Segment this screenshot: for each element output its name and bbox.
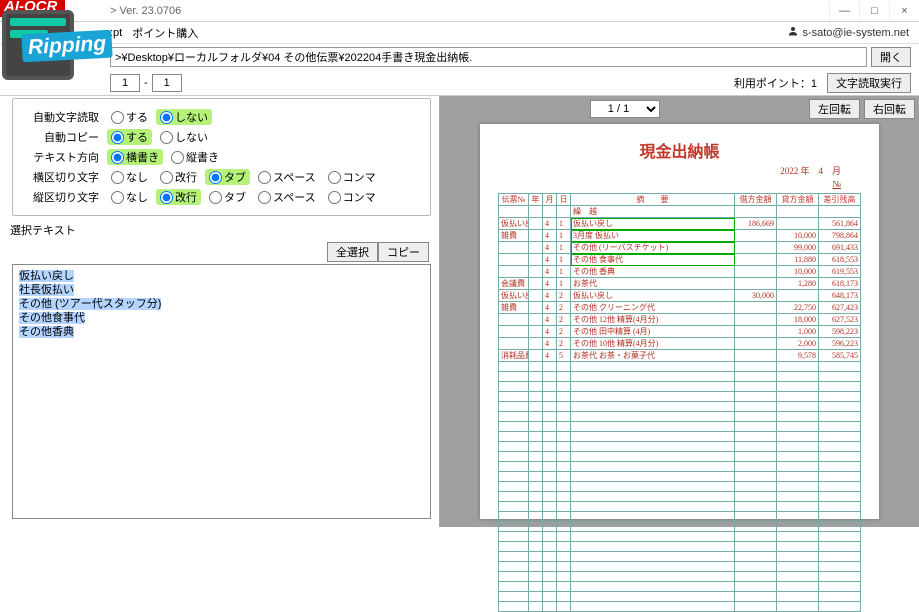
preview-panel: 1 / 1 左回転 右回転 現金出納帳 2022 年 4 月 № 伝票№年月日摘… [440,96,919,527]
v-delim-tab[interactable]: タブ [205,189,250,205]
auto-read-label: 自動文字読取 [25,109,103,125]
h-delim-lf[interactable]: 改行 [156,169,201,185]
rotate-right-button[interactable]: 右回転 [864,99,915,119]
page-from-input[interactable] [110,74,140,92]
ledger-table: 伝票№年月日摘 要借方金額貸方金額差引残高 繰 越仮払い戻し41仮払い戻し186… [498,193,861,612]
rotate-left-button[interactable]: 左回転 [809,99,860,119]
v-delim-comma[interactable]: コンマ [324,189,380,205]
h-delim-label: 横区切り文字 [25,169,103,185]
filepath-input[interactable] [110,47,867,67]
open-button[interactable]: 開く [871,47,911,67]
v-delim-none[interactable]: なし [107,189,152,205]
run-ocr-button[interactable]: 文字読取実行 [827,73,911,93]
document-preview[interactable]: 現金出納帳 2022 年 4 月 № 伝票№年月日摘 要借方金額貸方金額差引残高… [480,124,879,519]
h-delim-space[interactable]: スペース [254,169,320,185]
points-label: 利用ポイント：1 [734,75,817,91]
toolbar: :pt ポイント購入 s-sato@ie-system.net [0,22,919,44]
auto-read-do[interactable]: する [107,109,152,125]
left-panel: 自動文字読取 する しない 自動コピー する しない テキスト方向 横書き 縦書… [0,96,440,527]
doc-title: 現金出納帳 [498,138,861,162]
version-label: > Ver. 23.0706 [110,5,181,17]
close-button[interactable]: × [889,1,919,21]
v-delim-space[interactable]: スペース [254,189,320,205]
h-delim-none[interactable]: なし [107,169,152,185]
copy-button[interactable]: コピー [378,242,429,262]
doc-date: 2022 年 4 月 [498,164,861,177]
text-dir-label: テキスト方向 [25,149,103,165]
v-delim-lf[interactable]: 改行 [156,189,201,205]
point-purchase-link[interactable]: ポイント購入 [132,25,198,41]
page-range-row: - 利用ポイント：1 文字読取実行 [0,70,919,96]
doc-no: № [498,179,861,189]
h-delim-comma[interactable]: コンマ [324,169,380,185]
auto-copy-dont[interactable]: しない [156,129,212,145]
filepath-row: 開く [0,44,919,70]
pt-label: :pt [110,27,122,39]
text-dir-horizontal[interactable]: 横書き [107,149,163,165]
selected-text-label: 選択テキスト [10,222,429,238]
page-selector[interactable]: 1 / 1 [590,100,660,118]
h-delim-tab[interactable]: タブ [205,169,250,185]
minimize-button[interactable]: — [829,1,859,21]
extracted-text-area[interactable]: 仮払い戻し社長仮払いその他 (ツアー代スタッフ分)その他食事代その他香典 [12,264,431,519]
text-dir-vertical[interactable]: 縦書き [167,149,223,165]
page-to-input[interactable] [152,74,182,92]
window-titlebar: > Ver. 23.0706 — □ × [0,0,919,22]
auto-read-dont[interactable]: しない [156,109,212,125]
v-delim-label: 縦区切り文字 [25,189,103,205]
options-group: 自動文字読取 する しない 自動コピー する しない テキスト方向 横書き 縦書… [12,98,431,216]
user-icon [787,25,799,40]
select-all-button[interactable]: 全選択 [327,242,378,262]
user-display: s-sato@ie-system.net [787,25,909,40]
auto-copy-label: 自動コピー [25,129,103,145]
auto-copy-do[interactable]: する [107,129,152,145]
maximize-button[interactable]: □ [859,1,889,21]
